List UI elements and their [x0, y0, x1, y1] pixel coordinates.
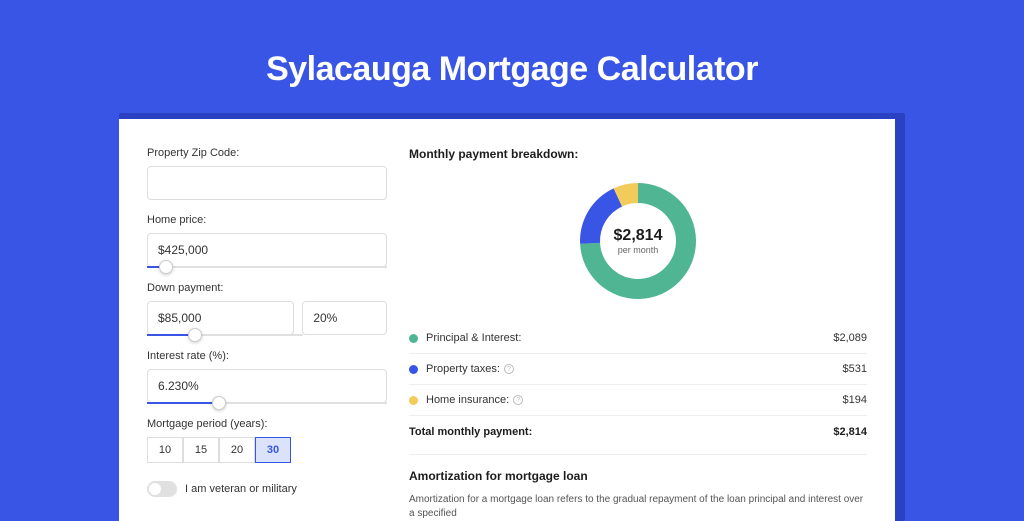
interest-slider[interactable]	[147, 402, 387, 404]
down-payment-input[interactable]	[147, 301, 294, 335]
card-shadow: Property Zip Code: Home price: Down paym…	[119, 113, 905, 521]
home-price-label: Home price:	[147, 214, 387, 226]
info-icon[interactable]: ?	[513, 395, 523, 405]
legend-value: $531	[843, 363, 867, 375]
slider-thumb[interactable]	[159, 260, 173, 274]
page-title: Sylacauga Mortgage Calculator	[0, 50, 1024, 89]
toggle-knob	[149, 483, 161, 495]
legend-dot	[409, 334, 418, 343]
veteran-label: I am veteran or military	[185, 483, 297, 495]
donut-center: $2,814 per month	[614, 227, 663, 255]
donut-sub: per month	[614, 245, 663, 255]
legend-label: Principal & Interest:	[426, 332, 833, 344]
zip-label: Property Zip Code:	[147, 147, 387, 159]
period-option-10[interactable]: 10	[147, 437, 183, 463]
legend-row: Property taxes:?$531	[409, 354, 867, 384]
slider-thumb[interactable]	[188, 328, 202, 342]
legend-list: Principal & Interest:$2,089Property taxe…	[409, 323, 867, 415]
breakdown-title: Monthly payment breakdown:	[409, 147, 867, 161]
total-row: Total monthly payment: $2,814	[409, 416, 867, 448]
total-label: Total monthly payment:	[409, 426, 833, 438]
home-price-slider[interactable]	[147, 266, 387, 268]
period-option-20[interactable]: 20	[219, 437, 255, 463]
interest-label: Interest rate (%):	[147, 350, 387, 362]
legend-row: Principal & Interest:$2,089	[409, 323, 867, 353]
donut-chart-wrap: $2,814 per month	[409, 177, 867, 305]
down-payment-field: Down payment:	[147, 282, 387, 336]
legend-row: Home insurance:?$194	[409, 385, 867, 415]
legend-dot	[409, 365, 418, 374]
legend-label: Property taxes:?	[426, 363, 843, 375]
legend-label: Home insurance:?	[426, 394, 843, 406]
interest-field: Interest rate (%):	[147, 350, 387, 404]
amortization-text: Amortization for a mortgage loan refers …	[409, 493, 867, 521]
down-payment-label: Down payment:	[147, 282, 387, 294]
veteran-toggle[interactable]	[147, 481, 177, 497]
total-value: $2,814	[833, 426, 867, 438]
down-payment-pct-input[interactable]	[302, 301, 387, 335]
legend-value: $2,089	[833, 332, 867, 344]
home-price-field: Home price:	[147, 214, 387, 268]
period-option-30[interactable]: 30	[255, 437, 291, 463]
period-options: 10152030	[147, 437, 387, 463]
breakdown-column: Monthly payment breakdown: $2,814 per mo…	[409, 147, 867, 521]
legend-dot	[409, 396, 418, 405]
period-option-15[interactable]: 15	[183, 437, 219, 463]
veteran-row: I am veteran or military	[147, 481, 387, 497]
donut-chart: $2,814 per month	[574, 177, 702, 305]
page-root: Sylacauga Mortgage Calculator Property Z…	[0, 0, 1024, 521]
period-field: Mortgage period (years): 10152030	[147, 418, 387, 463]
zip-field: Property Zip Code:	[147, 147, 387, 200]
slider-thumb[interactable]	[212, 396, 226, 410]
zip-input[interactable]	[147, 166, 387, 200]
calculator-card: Property Zip Code: Home price: Down paym…	[119, 119, 895, 521]
interest-input[interactable]	[147, 369, 387, 403]
down-payment-slider[interactable]	[147, 334, 303, 336]
divider	[409, 454, 867, 455]
form-column: Property Zip Code: Home price: Down paym…	[147, 147, 387, 521]
info-icon[interactable]: ?	[504, 364, 514, 374]
amortization-title: Amortization for mortgage loan	[409, 469, 867, 483]
donut-amount: $2,814	[614, 227, 663, 245]
home-price-input[interactable]	[147, 233, 387, 267]
period-label: Mortgage period (years):	[147, 418, 387, 430]
legend-value: $194	[843, 394, 867, 406]
